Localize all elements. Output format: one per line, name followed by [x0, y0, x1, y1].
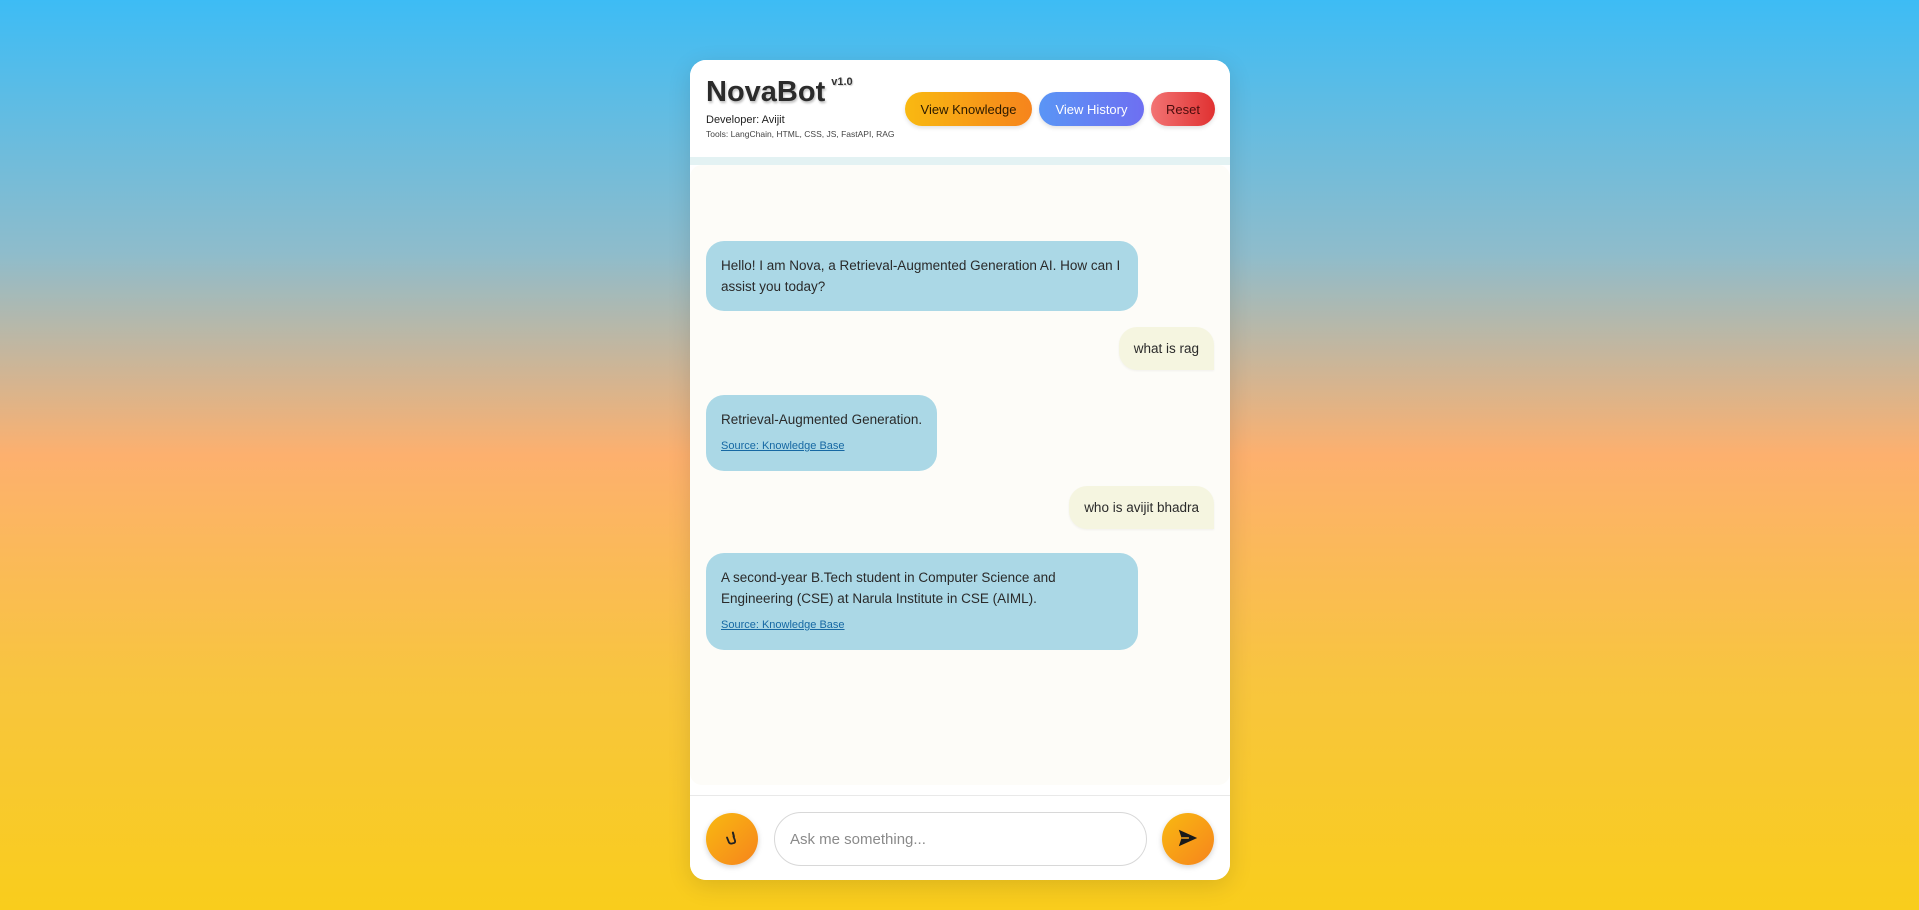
message-text: Hello! I am Nova, a Retrieval-Augmented … [721, 258, 1121, 294]
input-bar [690, 795, 1230, 880]
message-text: Retrieval-Augmented Generation. [721, 412, 923, 427]
send-button[interactable] [1162, 813, 1214, 865]
microphone-icon [723, 829, 741, 850]
bot-message: A second-year B.Tech student in Computer… [706, 553, 1138, 650]
source-link[interactable]: Source: Knowledge Base [721, 436, 922, 457]
message-text: A second-year B.Tech student in Computer… [721, 570, 1056, 606]
message-list[interactable]: Hello! I am Nova, a Retrieval-Augmented … [690, 165, 1230, 785]
tools-label: Tools: LangChain, HTML, CSS, JS, FastAPI… [706, 129, 895, 139]
chat-header: NovaBot v1.0 Developer: Avijit Tools: La… [690, 60, 1230, 158]
bot-message: Hello! I am Nova, a Retrieval-Augmented … [706, 241, 1138, 311]
message-text: who is avijit bhadra [1084, 500, 1199, 515]
chat-window: NovaBot v1.0 Developer: Avijit Tools: La… [690, 60, 1230, 880]
send-icon [1177, 827, 1199, 852]
message-text: what is rag [1133, 341, 1199, 356]
title-row: NovaBot v1.0 [706, 74, 895, 110]
version-badge: v1.0 [831, 76, 853, 88]
view-knowledge-button[interactable]: View Knowledge [905, 92, 1032, 126]
brand: NovaBot v1.0 Developer: Avijit Tools: La… [706, 74, 895, 139]
microphone-button[interactable] [706, 813, 758, 865]
app-title: NovaBot [706, 76, 826, 108]
header-divider [690, 157, 1230, 165]
user-message: who is avijit bhadra [1069, 486, 1214, 529]
source-link[interactable]: Source: Knowledge Base [721, 615, 1123, 636]
view-history-button[interactable]: View History [1039, 92, 1144, 126]
user-message: what is rag [1118, 327, 1214, 370]
bot-message: Retrieval-Augmented Generation. Source: … [706, 395, 938, 471]
message-input[interactable] [774, 812, 1147, 866]
developer-label: Developer: Avijit [706, 114, 785, 126]
reset-button[interactable]: Reset [1151, 92, 1215, 126]
